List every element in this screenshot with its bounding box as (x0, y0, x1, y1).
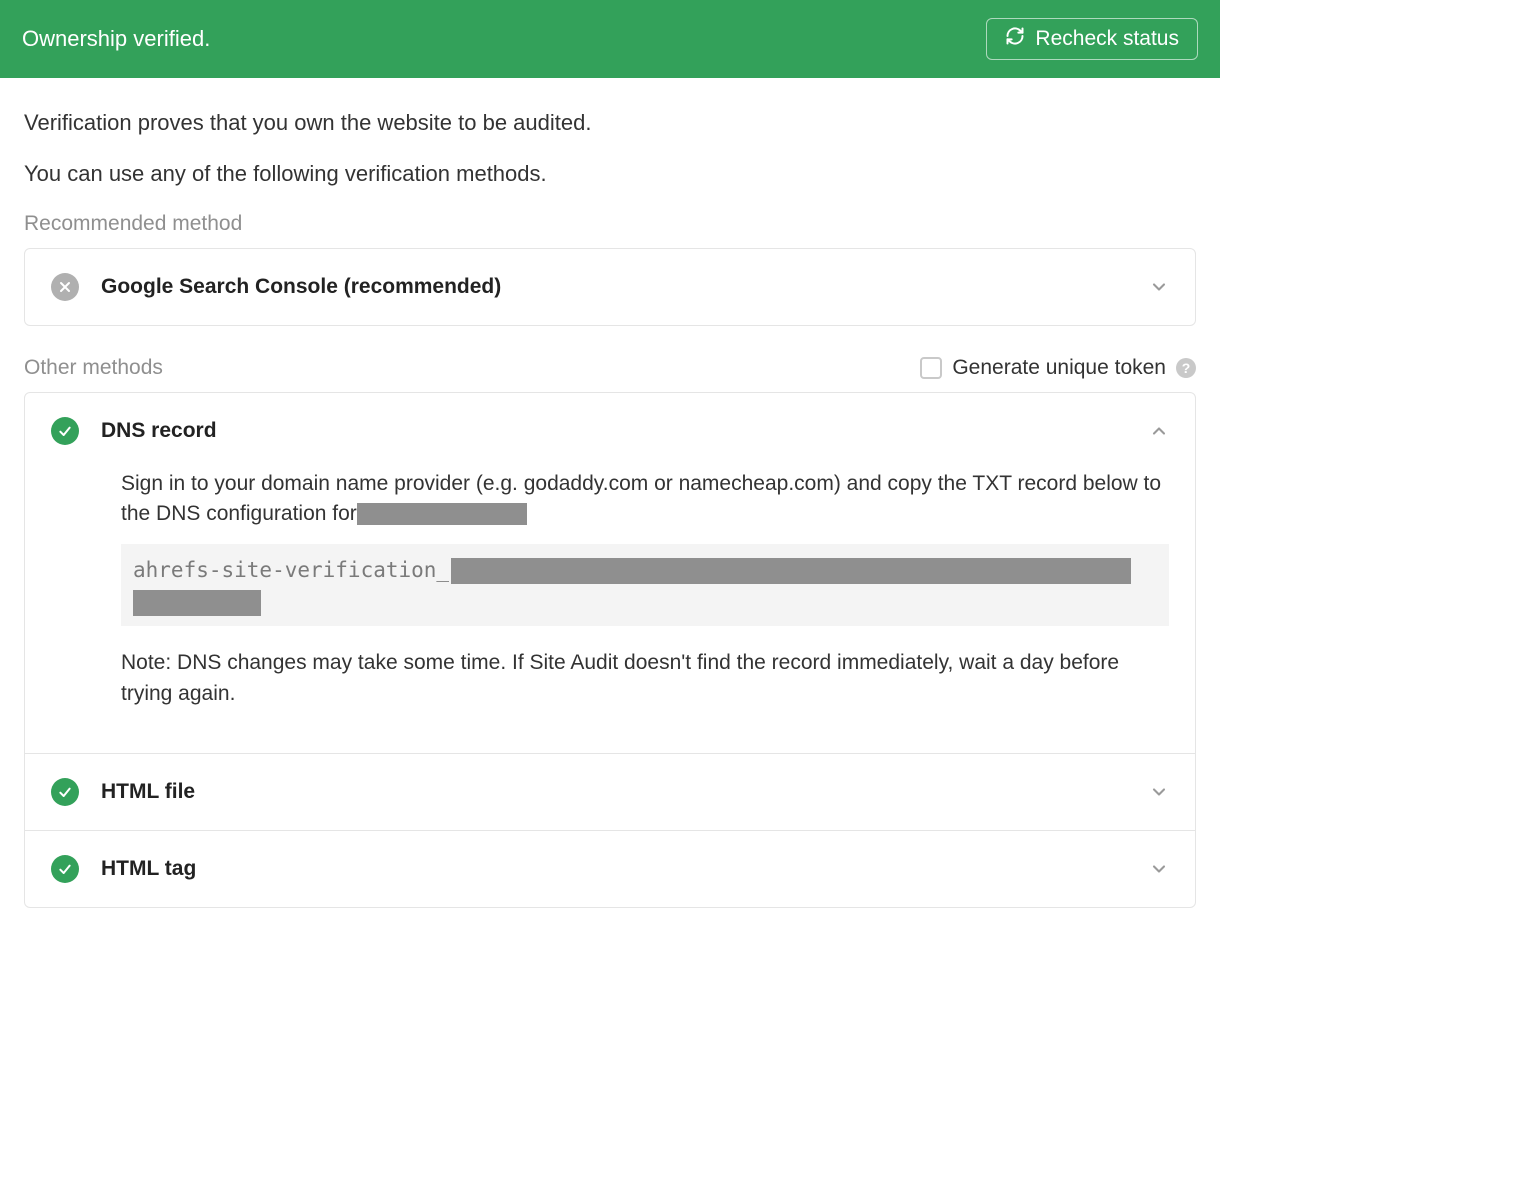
generate-token-option[interactable]: Generate unique token ? (920, 356, 1196, 380)
method-html-tag-title: HTML tag (101, 857, 1149, 881)
intro-text: Verification proves that you own the web… (24, 106, 1196, 190)
method-dns-header[interactable]: DNS record (25, 393, 1195, 469)
method-gsc-title: Google Search Console (recommended) (101, 275, 1149, 299)
recommended-accordion: Google Search Console (recommended) (24, 248, 1196, 326)
intro-line-1: Verification proves that you own the web… (24, 106, 1196, 139)
chevron-down-icon (1149, 277, 1169, 297)
intro-line-2: You can use any of the following verific… (24, 157, 1196, 190)
method-html-file-header[interactable]: HTML file (25, 754, 1195, 830)
method-dns-title: DNS record (101, 419, 1149, 443)
banner-message: Ownership verified. (22, 26, 210, 52)
recheck-status-button[interactable]: Recheck status (986, 18, 1198, 60)
recheck-status-label: Recheck status (1035, 27, 1179, 51)
chevron-down-icon (1149, 859, 1169, 879)
other-methods-row: Other methods Generate unique token ? (24, 356, 1196, 380)
dns-note: Note: DNS changes may take some time. If… (121, 648, 1169, 709)
help-icon[interactable]: ? (1176, 358, 1196, 378)
chevron-up-icon (1149, 421, 1169, 441)
dns-instruction: Sign in to your domain name provider (e.… (121, 469, 1169, 530)
generate-token-checkbox[interactable] (920, 357, 942, 379)
refresh-icon (1005, 26, 1025, 52)
recommended-section-label: Recommended method (24, 212, 1196, 236)
redacted-token-part1 (451, 558, 1131, 584)
method-dns-body: Sign in to your domain name provider (e.… (25, 469, 1195, 753)
method-html-tag: HTML tag (25, 830, 1195, 907)
chevron-down-icon (1149, 782, 1169, 802)
redacted-token-part2 (133, 590, 261, 616)
status-verified-icon (51, 855, 79, 883)
status-unverified-icon (51, 273, 79, 301)
status-banner: Ownership verified. Recheck status (0, 0, 1220, 78)
other-section-label: Other methods (24, 356, 163, 380)
dns-txt-record[interactable]: ahrefs-site-verification_ (121, 544, 1169, 627)
method-html-tag-header[interactable]: HTML tag (25, 831, 1195, 907)
status-verified-icon (51, 778, 79, 806)
redacted-domain (357, 503, 527, 525)
method-dns: DNS record Sign in to your domain name p… (25, 393, 1195, 753)
content-area: Verification proves that you own the web… (0, 78, 1220, 932)
method-html-file-title: HTML file (101, 780, 1149, 804)
dns-code-prefix: ahrefs-site-verification_ (133, 558, 449, 582)
other-accordion: DNS record Sign in to your domain name p… (24, 392, 1196, 908)
method-gsc-header[interactable]: Google Search Console (recommended) (25, 249, 1195, 325)
method-html-file: HTML file (25, 753, 1195, 830)
method-gsc: Google Search Console (recommended) (25, 249, 1195, 325)
status-verified-icon (51, 417, 79, 445)
generate-token-label: Generate unique token (952, 356, 1166, 380)
